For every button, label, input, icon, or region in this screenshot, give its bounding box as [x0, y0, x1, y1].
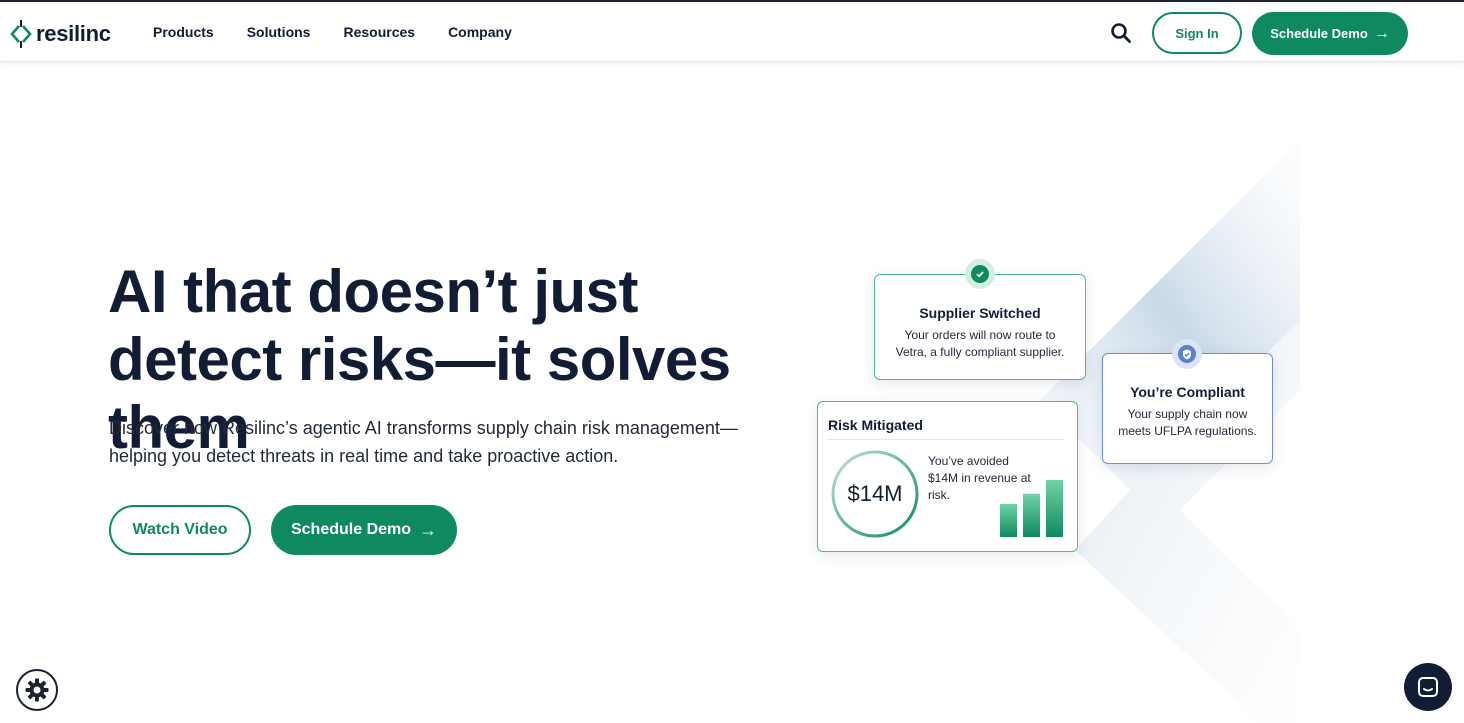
schedule-demo-nav-button[interactable]: Schedule Demo →	[1252, 12, 1408, 55]
watch-video-button[interactable]: Watch Video	[109, 505, 251, 555]
arrow-right-icon: →	[419, 519, 438, 540]
chat-icon	[1418, 677, 1438, 697]
compliant-card-body: Your supply chain now meets UFLPA regula…	[1118, 407, 1257, 438]
risk-card-title: Risk Mitigated	[828, 417, 923, 433]
risk-bar-chart	[1000, 480, 1063, 537]
sign-in-button[interactable]: Sign In	[1152, 12, 1242, 54]
nav-item-solutions[interactable]: Solutions	[247, 24, 311, 40]
supplier-card-title: Supplier Switched	[919, 305, 1041, 321]
supplier-switched-card: Supplier Switched Your orders will now r…	[874, 274, 1086, 380]
risk-bar-1	[1000, 504, 1017, 537]
hero-subtitle: Discover how Resilinc’s agentic AI trans…	[109, 418, 738, 466]
watch-video-label: Watch Video	[132, 521, 228, 538]
chat-launcher-button[interactable]	[1404, 663, 1452, 711]
schedule-demo-hero-label: Schedule Demo	[290, 521, 412, 538]
gear-icon	[25, 678, 49, 702]
schedule-demo-hero-button[interactable]: Schedule Demo →	[271, 505, 457, 555]
schedule-demo-nav-label: Schedule Demo	[1270, 26, 1368, 41]
nav-item-resources[interactable]: Resources	[343, 24, 415, 40]
cookie-settings-button[interactable]	[16, 669, 58, 711]
nav-item-products[interactable]: Products	[153, 24, 214, 40]
risk-bar-3	[1046, 480, 1063, 537]
arrow-right-icon: →	[1373, 24, 1390, 42]
check-badge-icon	[965, 259, 995, 289]
compliant-card: You’re Compliant Your supply chain now m…	[1102, 353, 1273, 464]
resilinc-logo[interactable]: resilinc	[10, 20, 111, 48]
risk-mitigated-card: Risk Mitigated $14M You’ve avoided $14M …	[817, 401, 1078, 552]
supplier-card-body: Your orders will now route to Vetra, a f…	[895, 328, 1065, 359]
logo-text: resilinc	[36, 21, 111, 46]
compliant-card-title: You’re Compliant	[1130, 384, 1245, 400]
sign-in-label: Sign In	[1175, 25, 1219, 41]
logo-mark-icon	[10, 20, 32, 48]
site-header: resilinc Products Solutions Resources Co…	[0, 2, 1464, 62]
nav-item-company[interactable]: Company	[448, 24, 512, 40]
search-icon[interactable]	[1110, 22, 1132, 44]
main-nav: Products Solutions Resources Company	[153, 24, 512, 40]
risk-card-divider	[828, 439, 1064, 440]
shield-check-icon	[1172, 339, 1202, 369]
risk-bar-2	[1023, 493, 1040, 537]
risk-value: $14M	[847, 481, 903, 506]
